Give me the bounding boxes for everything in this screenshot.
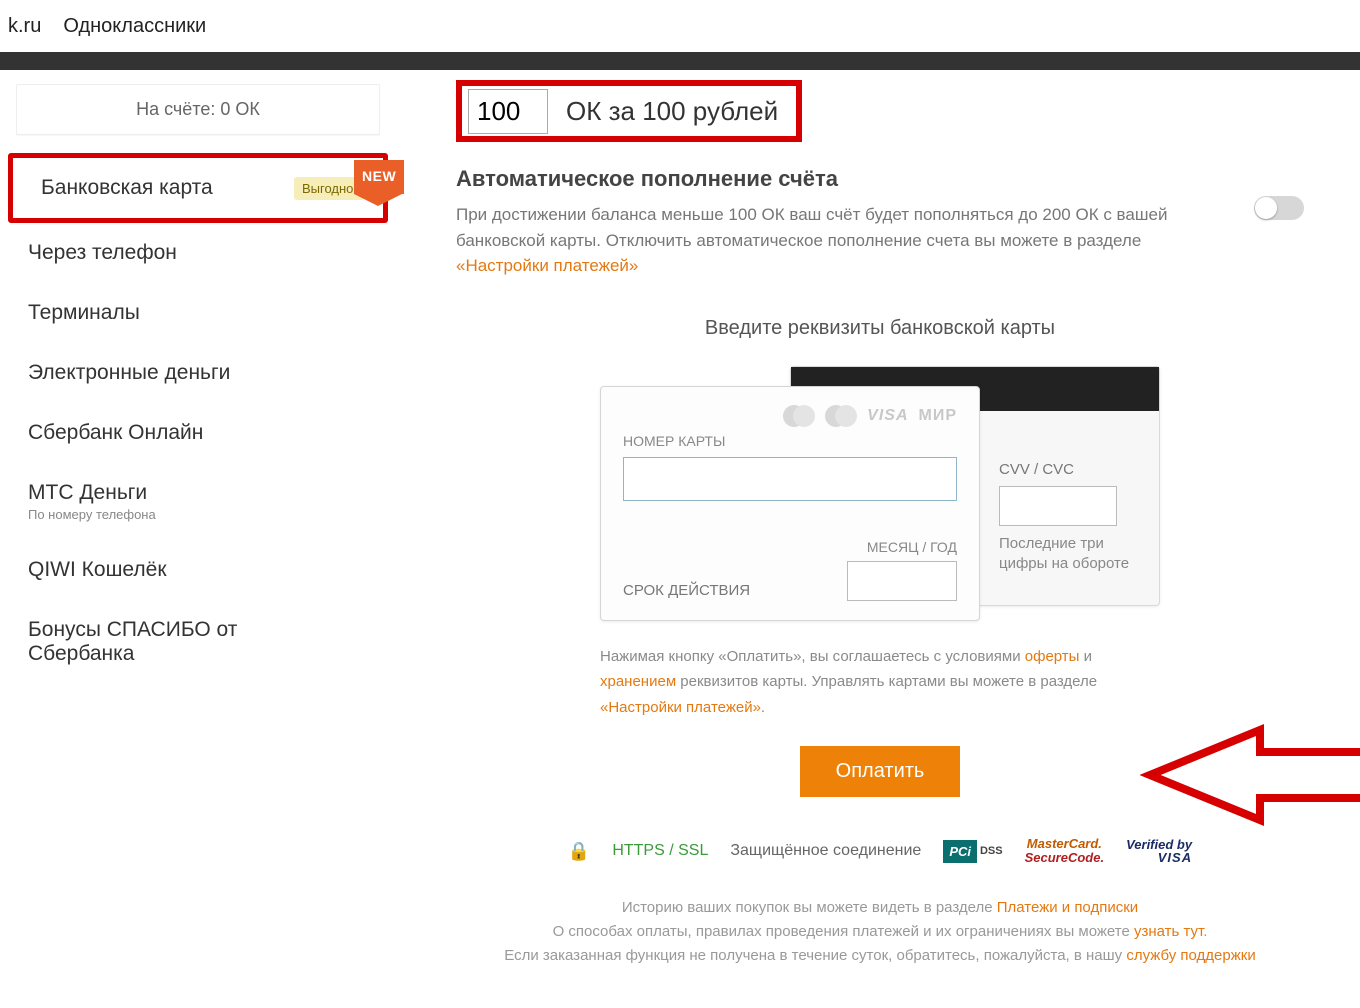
domain-text: k.ru <box>8 15 41 38</box>
amount-text: ОК за 100 рублей <box>548 96 796 127</box>
link-storage[interactable]: хранением <box>600 673 676 690</box>
pci-text: PCi <box>943 840 977 863</box>
card-number-label: НОМЕР КАРТЫ <box>623 433 957 449</box>
site-name: Одноклассники <box>63 15 206 38</box>
nav-bar <box>0 52 1360 70</box>
amount-row: ОК за 100 рублей <box>456 80 802 142</box>
auto-topup-desc: При достижении баланса меньше 100 ОК ваш… <box>456 202 1186 279</box>
pci-dss-badge: PCi DSS <box>943 840 1002 863</box>
footer-l2: О способах оплаты, правилах проведения п… <box>553 923 1134 940</box>
agree-t3: реквизитов карты. Управлять картами вы м… <box>676 673 1097 690</box>
sidebar-item-sub: По номеру телефона <box>28 507 378 522</box>
sidebar-item-label: Сбербанк Онлайн <box>28 421 203 445</box>
vbv-bottom: VISA <box>1158 850 1192 865</box>
sidebar-item-spasibo[interactable]: Бонусы СПАСИБО от Сбербанка <box>0 600 280 684</box>
card-brands: VISA МИР <box>623 405 957 427</box>
sidebar-item-emoney[interactable]: Электронные деньги <box>0 343 396 403</box>
balance-box: На счёте: 0 ОК <box>16 84 380 135</box>
sidebar-item-qiwi[interactable]: QIWI Кошелёк <box>0 540 396 600</box>
card-section-title: Введите реквизиты банковской карты <box>456 317 1304 340</box>
cvv-label: CVV / CVC <box>999 461 1133 478</box>
sidebar-item-terminals[interactable]: Терминалы <box>0 283 396 343</box>
auto-desc-text: При достижении баланса меньше 100 ОК ваш… <box>456 205 1167 250</box>
agree-t1: Нажимая кнопку «Оплатить», вы соглашаете… <box>600 648 1025 665</box>
maestro-icon <box>835 405 857 427</box>
visa-icon: VISA <box>867 407 908 425</box>
new-ribbon-label: NEW <box>354 160 404 194</box>
agreement-text: Нажимая кнопку «Оплатить», вы соглашаете… <box>600 644 1160 721</box>
sidebar-item-label: Через телефон <box>28 241 177 265</box>
new-ribbon-tail-icon <box>354 194 402 206</box>
card-number-input[interactable] <box>623 457 957 501</box>
sidebar-item-label: Банковская карта <box>41 176 213 200</box>
card-front: VISA МИР НОМЕР КАРТЫ СРОК ДЕЙСТВИЯ МЕСЯЦ… <box>600 386 980 621</box>
cvv-hint: Последние три цифры на обороте <box>999 534 1133 575</box>
msc-top: MasterCard. <box>1027 836 1102 851</box>
footer-l1: Историю ваших покупок вы можете видеть в… <box>622 899 997 916</box>
sidebar-item-label: Терминалы <box>28 301 140 325</box>
sidebar: На счёте: 0 ОК Банковская карта Выгодно!… <box>0 70 396 1008</box>
top-bar: k.ru Одноклассники <box>0 0 1360 52</box>
link-learn-here[interactable]: узнать тут <box>1134 923 1203 940</box>
sidebar-item-sberbank-online[interactable]: Сбербанк Онлайн <box>0 403 396 463</box>
sidebar-item-phone[interactable]: Через телефон <box>0 223 396 283</box>
toggle-knob-icon <box>1255 197 1277 219</box>
link-support[interactable]: службу поддержки <box>1126 947 1255 964</box>
agree-t2: и <box>1079 648 1092 665</box>
auto-topup-section: Автоматическое пополнение счёта При дост… <box>456 166 1304 279</box>
link-settings[interactable]: «Настройки платежей» <box>600 699 761 716</box>
secure-text: Защищённое соединение <box>730 842 921 860</box>
https-text: HTTPS / SSL <box>612 842 708 860</box>
mir-icon: МИР <box>919 407 958 425</box>
auto-topup-toggle[interactable] <box>1254 196 1304 220</box>
sidebar-item-mts[interactable]: МТС Деньги По номеру телефона <box>0 463 396 540</box>
auto-topup-title: Автоматическое пополнение счёта <box>456 166 1304 192</box>
new-ribbon: NEW <box>354 160 404 206</box>
sidebar-item-label: Бонусы СПАСИБО от Сбербанка <box>28 618 262 666</box>
mastercard-icon <box>793 405 815 427</box>
main-content: ОК за 100 рублей NEW Автоматическое попо… <box>396 70 1360 1008</box>
footer-l3: Если заказанная функция не получена в те… <box>504 947 1126 964</box>
sidebar-item-label: QIWI Кошелёк <box>28 558 167 582</box>
link-payments-subs[interactable]: Платежи и подписки <box>997 899 1138 916</box>
footer-text: Историю ваших покупок вы можете видеть в… <box>456 896 1304 968</box>
cards-wrap: CVV / CVC Последние три цифры на обороте <box>600 366 1160 626</box>
expiry-head: МЕСЯЦ / ГОД <box>847 539 957 555</box>
pay-row: Оплатить <box>600 746 1160 797</box>
amount-input[interactable] <box>468 89 548 134</box>
mastercard-securecode-badge: MasterCard.SecureCode. <box>1025 837 1104 866</box>
cvv-input[interactable] <box>999 486 1117 526</box>
agree-dot: . <box>761 699 765 716</box>
msc-bottom: SecureCode. <box>1025 850 1104 865</box>
lock-icon: 🔒 <box>568 841 590 862</box>
sidebar-item-bank-card[interactable]: Банковская карта Выгодно! <box>8 153 388 223</box>
dss-text: DSS <box>980 846 1003 857</box>
sidebar-item-label: МТС Деньги <box>28 481 147 504</box>
secure-row: 🔒 HTTPS / SSL Защищённое соединение PCi … <box>456 837 1304 866</box>
sidebar-item-label: Электронные деньги <box>28 361 230 385</box>
footer-l2-dot: . <box>1203 923 1207 940</box>
expiry-label: СРОК ДЕЙСТВИЯ <box>623 580 750 601</box>
pay-button[interactable]: Оплатить <box>800 746 961 797</box>
link-offer[interactable]: оферты <box>1025 648 1080 665</box>
annotation-arrow-icon <box>1140 710 1360 840</box>
link-payment-settings[interactable]: «Настройки платежей» <box>456 256 638 275</box>
verified-by-visa-badge: Verified byVISA <box>1126 838 1192 865</box>
expiry-input[interactable] <box>847 561 957 601</box>
